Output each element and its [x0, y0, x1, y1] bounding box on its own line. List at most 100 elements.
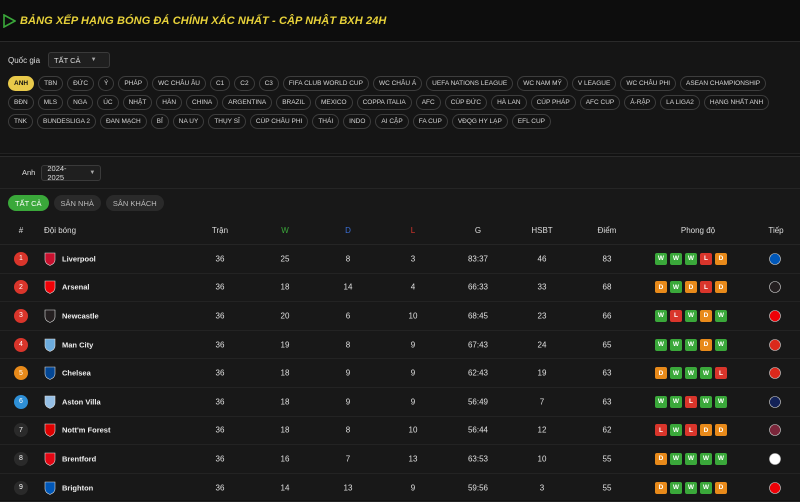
next-opponent-crest-icon[interactable]	[768, 366, 782, 380]
table-row[interactable]: 4 Man City 36 19 8 9 67:43 24 65 W W W D W	[0, 331, 800, 360]
league-chip[interactable]: HÀ LAN	[491, 95, 527, 110]
table-row[interactable]: 9 Brighton 36 14 13 9 59:56 3 55 D W W W D	[0, 474, 800, 502]
league-chip[interactable]: AI CẬP	[375, 114, 409, 129]
table-row[interactable]: 8 Brentford 36 16 7 13 63:53 10 55 D W W W W	[0, 445, 800, 474]
league-chip[interactable]: VĐQG HY LẠP	[451, 114, 508, 129]
league-chip[interactable]: BUNDESLIGA 2	[37, 114, 96, 129]
league-chip[interactable]: FA CUP	[412, 114, 448, 129]
league-chip[interactable]: UEFA NATIONS LEAGUE	[426, 76, 514, 91]
form-badge: D	[655, 481, 667, 494]
league-chip[interactable]: HÀN	[156, 95, 183, 110]
cell-hsbt: 10	[537, 454, 547, 464]
league-chip[interactable]: ARGENTINA	[222, 95, 273, 110]
form-badge: W	[670, 338, 682, 351]
league-chip[interactable]: BỈ	[150, 114, 169, 129]
cell-played: 36	[215, 311, 225, 321]
next-opponent-crest-icon[interactable]	[768, 252, 782, 266]
next-opponent-crest-icon[interactable]	[768, 481, 782, 495]
season-select-value: 2024-2025	[47, 163, 67, 182]
cell-d: 9	[345, 368, 351, 378]
form-badge: D	[715, 481, 727, 494]
league-chip[interactable]: ĐAN MẠCH	[99, 114, 147, 129]
tab-all[interactable]: TẤT CẢ	[8, 195, 49, 211]
league-chip[interactable]: CHINA	[186, 95, 219, 110]
team-name[interactable]: Arsenal	[62, 283, 90, 292]
team-name[interactable]: Nott'm Forest	[62, 426, 110, 435]
league-chip[interactable]: C2	[234, 76, 255, 91]
league-chip[interactable]: WC CHÂU PHI	[620, 76, 677, 91]
team-name[interactable]: Liverpool	[62, 254, 96, 263]
tab-home[interactable]: SÂN NHÀ	[53, 195, 101, 211]
team-name[interactable]: Brentford	[62, 454, 96, 463]
league-chip[interactable]: AFC	[415, 95, 441, 110]
team-name[interactable]: Aston Villa	[62, 397, 101, 406]
table-row[interactable]: 5 Chelsea 36 18 9 9 62:43 19 63 D W W W L	[0, 359, 800, 388]
league-chip[interactable]: WC CHÂU ÂU	[152, 76, 206, 91]
league-chip[interactable]: COPPA ITALIA	[356, 95, 412, 110]
next-opponent-crest-icon[interactable]	[768, 280, 782, 294]
league-chip[interactable]: INDO	[343, 114, 372, 129]
league-chip[interactable]: NHẬT	[122, 95, 153, 110]
tab-away[interactable]: SÂN KHÁCH	[105, 195, 164, 211]
table-row[interactable]: 7 Nott'm Forest 36 18 8 10 56:44 12 62 L W L D D	[0, 417, 800, 446]
league-chip[interactable]: CÚP ĐỨC	[444, 95, 488, 110]
cell-played: 36	[215, 397, 225, 407]
league-chip[interactable]: WC CHÂU Á	[372, 76, 423, 91]
league-chip[interactable]: LA LIGA2	[660, 95, 700, 110]
league-chip[interactable]: AFC CUP	[579, 95, 621, 110]
league-chip[interactable]: PHÁP	[118, 76, 149, 91]
col-team: Đội bóng	[44, 226, 77, 235]
league-chip[interactable]: MEXICO	[314, 95, 353, 110]
team-name[interactable]: Man City	[62, 340, 93, 349]
table-row[interactable]: 1 Liverpool 36 25 8 3 83:37 46 83 W W W L D	[0, 245, 800, 274]
league-chip[interactable]: EFL CUP	[511, 114, 551, 129]
team-name[interactable]: Brighton	[62, 483, 93, 492]
rank-badge: 9	[14, 480, 28, 495]
league-chip[interactable]: WC NAM MỸ	[517, 76, 568, 91]
league-chip[interactable]: CÚP PHÁP	[530, 95, 576, 110]
league-chip[interactable]: BĐN	[8, 95, 34, 110]
league-chip[interactable]: BRAZIL	[276, 95, 311, 110]
league-chip[interactable]: HẠNG NHẤT ANH	[703, 95, 770, 110]
league-chip[interactable]: V LEAGUE	[571, 76, 617, 91]
league-chip[interactable]: ANH	[8, 76, 35, 91]
league-chip[interactable]: ĐỨC	[67, 76, 95, 91]
cell-d: 14	[343, 282, 353, 292]
league-chip[interactable]: THÁI	[312, 114, 340, 129]
next-opponent-crest-icon[interactable]	[768, 309, 782, 323]
team-name[interactable]: Chelsea	[62, 369, 91, 378]
league-chip[interactable]: CÚP CHÂU PHI	[249, 114, 309, 129]
next-opponent-crest-icon[interactable]	[768, 338, 782, 352]
league-chip[interactable]: Ả-RẬP	[624, 95, 657, 110]
table-row[interactable]: 6 Aston Villa 36 18 9 9 56:49 7 63 W W L W W	[0, 388, 800, 417]
table-body: 1 Liverpool 36 25 8 3 83:37 46 83 W W W L D 2 Arsenal 36…	[0, 245, 800, 502]
cell-g: 83:37	[467, 254, 489, 264]
country-select[interactable]: TẤT CẢ ▼	[48, 52, 111, 68]
next-opponent-crest-icon[interactable]	[768, 423, 782, 437]
form-guide: DWWWW	[655, 452, 727, 465]
league-chip[interactable]: TNK	[8, 114, 33, 129]
league-chip[interactable]: C1	[209, 76, 231, 91]
table-row[interactable]: 2 Arsenal 36 18 14 4 66:33 33 68 D W D L D	[0, 274, 800, 303]
next-opponent-crest-icon[interactable]	[768, 395, 782, 409]
league-chip[interactable]: NA UY	[172, 114, 205, 129]
league-chip[interactable]: MLS	[37, 95, 64, 110]
team-name[interactable]: Newcastle	[62, 311, 99, 320]
league-chip[interactable]: NGA	[67, 95, 94, 110]
league-chip[interactable]: ASEAN CHAMPIONSHIP	[680, 76, 767, 91]
col-g: G	[474, 226, 482, 235]
league-chip[interactable]: ÚC	[97, 95, 119, 110]
league-chip[interactable]: THỤY SĨ	[208, 114, 246, 129]
league-chip[interactable]: TBN	[38, 76, 64, 91]
form-badge: W	[655, 309, 667, 322]
season-select[interactable]: 2024-2025 ▼	[41, 163, 102, 182]
league-chip[interactable]: Ý	[98, 76, 115, 91]
page-title: BẢNG XẾP HẠNG BÓNG ĐÁ CHÍNH XÁC NHẤT - C…	[20, 14, 387, 27]
league-chip[interactable]: C3	[258, 76, 279, 91]
next-opponent-crest-icon[interactable]	[768, 452, 782, 466]
cell-hsbt: 12	[537, 425, 547, 435]
table-row[interactable]: 3 Newcastle 36 20 6 10 68:45 23 66 W L W D W	[0, 302, 800, 331]
league-chip[interactable]: FIFA CLUB WORLD CUP	[282, 76, 369, 91]
form-badge: W	[715, 395, 727, 408]
rank-badge: 4	[14, 337, 28, 352]
